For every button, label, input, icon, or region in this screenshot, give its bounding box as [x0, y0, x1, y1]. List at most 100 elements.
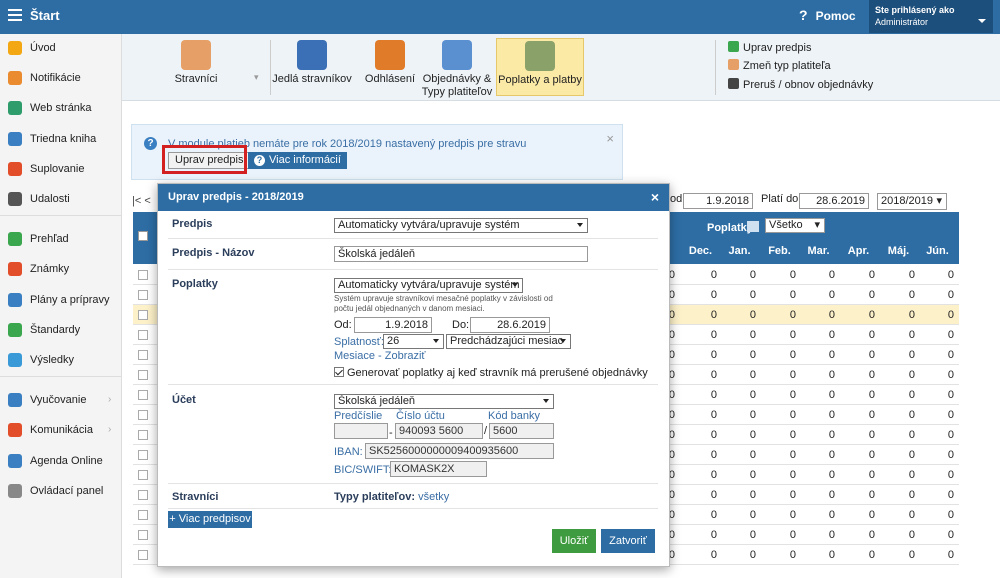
sidebar-item-label: Štandardy	[30, 324, 81, 336]
close-icon[interactable]: ×	[651, 184, 659, 211]
predpis-select[interactable]: Automaticky vytvára/upravuje systém	[334, 218, 588, 233]
sidebar-item-6[interactable]: Udalosti	[0, 185, 122, 215]
sidebar-item-15[interactable]: Ovládací panel	[0, 477, 122, 507]
sidebar-item-3[interactable]: Web stránka	[0, 94, 122, 124]
table-cell: 0	[868, 309, 875, 321]
menu-icon[interactable]	[8, 9, 22, 11]
bic-input[interactable]: KOMASK2X	[390, 461, 487, 477]
row-checkbox[interactable]	[138, 350, 148, 360]
ribbon-button-3[interactable]: Odhlásení	[362, 38, 418, 86]
logout-meal-icon	[375, 40, 405, 70]
sidebar-item-8[interactable]: Známky	[0, 255, 122, 285]
iban-input[interactable]: SK5256000000009400935600	[365, 443, 554, 459]
table-cell: 0	[710, 449, 717, 461]
poplatky-select[interactable]: Automaticky vytvára/upravuje systém	[334, 278, 523, 293]
row-checkbox[interactable]	[138, 370, 148, 380]
cislo-input[interactable]: 940093 5600	[395, 423, 483, 439]
sidebar-item-10[interactable]: Štandardy	[0, 316, 122, 346]
predcislie-input[interactable]	[334, 423, 388, 439]
close-button[interactable]: Zatvoriť	[601, 529, 655, 553]
user-menu[interactable]: Ste prihlásený ako Administrátor	[869, 0, 993, 33]
mesiace-link[interactable]: Mesiace - Zobraziť	[334, 350, 426, 362]
table-cell: 0	[828, 529, 835, 541]
chevron-down-icon[interactable]: ▾	[254, 72, 259, 83]
chevron-down-icon	[433, 339, 439, 343]
row-checkbox[interactable]	[138, 470, 148, 480]
more-prescriptions-button[interactable]: + Viac predpisov	[168, 511, 252, 528]
row-checkbox[interactable]	[138, 390, 148, 400]
row-checkbox[interactable]	[138, 490, 148, 500]
row-checkbox[interactable]	[138, 510, 148, 520]
splatnost-select[interactable]: 26	[383, 334, 444, 349]
year-select[interactable]: 2018/2019 ▾	[877, 193, 947, 210]
table-cell: 0	[828, 289, 835, 301]
sidebar-item-7[interactable]: Prehľad	[0, 225, 122, 255]
table-cell: 0	[908, 429, 915, 441]
ribbon-button-5[interactable]: Poplatky a platby	[496, 38, 584, 96]
ribbon-link-3[interactable]: Preruš / obnov objednávky	[728, 78, 873, 91]
table-cell: 0	[828, 329, 835, 341]
sidebar-item-9[interactable]: Plány a prípravy	[0, 286, 122, 316]
generovat-checkbox-row[interactable]: Generovať poplatky aj keď stravník má pr…	[334, 367, 648, 379]
pager-first-prev[interactable]: |< <	[132, 195, 151, 207]
poplatky-value: Automaticky vytvára/upravuje systém	[338, 279, 520, 291]
row-checkbox[interactable]	[138, 270, 148, 280]
sidebar-item-14[interactable]: Agenda Online	[0, 447, 122, 477]
envelope-icon	[8, 71, 22, 85]
table-cell: 0	[868, 369, 875, 381]
sidebar-item-5[interactable]: Suplovanie	[0, 155, 122, 185]
table-cell: 0	[789, 489, 796, 501]
row-checkbox[interactable]	[138, 450, 148, 460]
ribbon-link-1[interactable]: Uprav predpis	[728, 41, 811, 54]
kod-input[interactable]: 5600	[489, 423, 554, 439]
table-cell: 0	[828, 489, 835, 501]
table-cell: 0	[749, 549, 756, 561]
sidebar-item-13[interactable]: Komunikácia ›	[0, 416, 122, 446]
save-button[interactable]: Uložiť	[552, 529, 596, 553]
ribbon-button-1[interactable]: Stravníci	[156, 38, 236, 86]
row-checkbox[interactable]	[138, 310, 148, 320]
sidebar-item-4[interactable]: Triedna kniha	[0, 125, 122, 155]
select-all-checkbox[interactable]	[138, 231, 148, 241]
month-header: Dec.	[688, 245, 713, 257]
od-input[interactable]: 1.9.2018	[683, 193, 753, 209]
top-bar: Štart ? Pomoc Ste prihlásený ako Administ…	[0, 0, 1000, 34]
ribbon-button-4[interactable]: Objednávky & Typy platiteľov	[418, 38, 496, 99]
ribbon-link-2[interactable]: Zmeň typ platiteľa	[728, 59, 831, 72]
table-cell: 0	[947, 369, 954, 381]
row-checkbox[interactable]	[138, 430, 148, 440]
predpis-value: Automaticky vytvára/upravuje systém	[338, 219, 520, 231]
table-cell: 0	[947, 309, 954, 321]
splatnost-period-select[interactable]: Predchádzajúci mesiac	[446, 334, 571, 349]
edit-icon	[728, 41, 739, 52]
close-icon[interactable]: ×	[606, 131, 614, 146]
nazov-input[interactable]: Školská jedáleň	[334, 246, 588, 262]
sidebar-item-12[interactable]: Vyučovanie ›	[0, 386, 122, 416]
poplatky-help-1: Systém upravuje stravníkovi mesačné popl…	[334, 294, 553, 303]
month-header: Jan.	[728, 245, 751, 257]
od-input[interactable]: 1.9.2018	[354, 317, 432, 333]
sidebar-item-2[interactable]: Notifikácie	[0, 64, 122, 94]
row-checkbox[interactable]	[138, 530, 148, 540]
ribbon-button-2[interactable]: Jedlá stravníkov	[272, 38, 352, 86]
more-info-button[interactable]: ? Viac informácií	[248, 152, 347, 169]
row-checkbox[interactable]	[138, 330, 148, 340]
chevron-right-icon: ›	[108, 394, 112, 405]
help-link[interactable]: ? Pomoc	[799, 7, 856, 23]
row-checkbox[interactable]	[138, 290, 148, 300]
user-name: Administrátor	[875, 17, 929, 27]
poplatky-help-2: počtu jedál objednaných v danom mesiaci.	[334, 304, 485, 313]
sidebar-item-11[interactable]: Výsledky	[0, 346, 122, 376]
ucet-select[interactable]: Školská jedáleň	[334, 394, 554, 409]
columns-icon[interactable]	[747, 221, 759, 232]
do-input[interactable]: 28.6.2019	[470, 317, 550, 333]
plati-do-input[interactable]: 28.6.2019	[799, 193, 869, 209]
user-change-icon	[728, 59, 739, 70]
row-checkbox[interactable]	[138, 550, 148, 560]
poplatky-filter-select[interactable]: Všetko ▾	[765, 218, 825, 233]
generovat-checkbox[interactable]	[334, 367, 344, 377]
sidebar-item-1[interactable]: Úvod	[0, 34, 122, 64]
dialog-title: Uprav predpis - 2018/2019	[168, 191, 304, 203]
ribbon-link-label: Preruš / obnov objednávky	[743, 79, 874, 91]
row-checkbox[interactable]	[138, 410, 148, 420]
